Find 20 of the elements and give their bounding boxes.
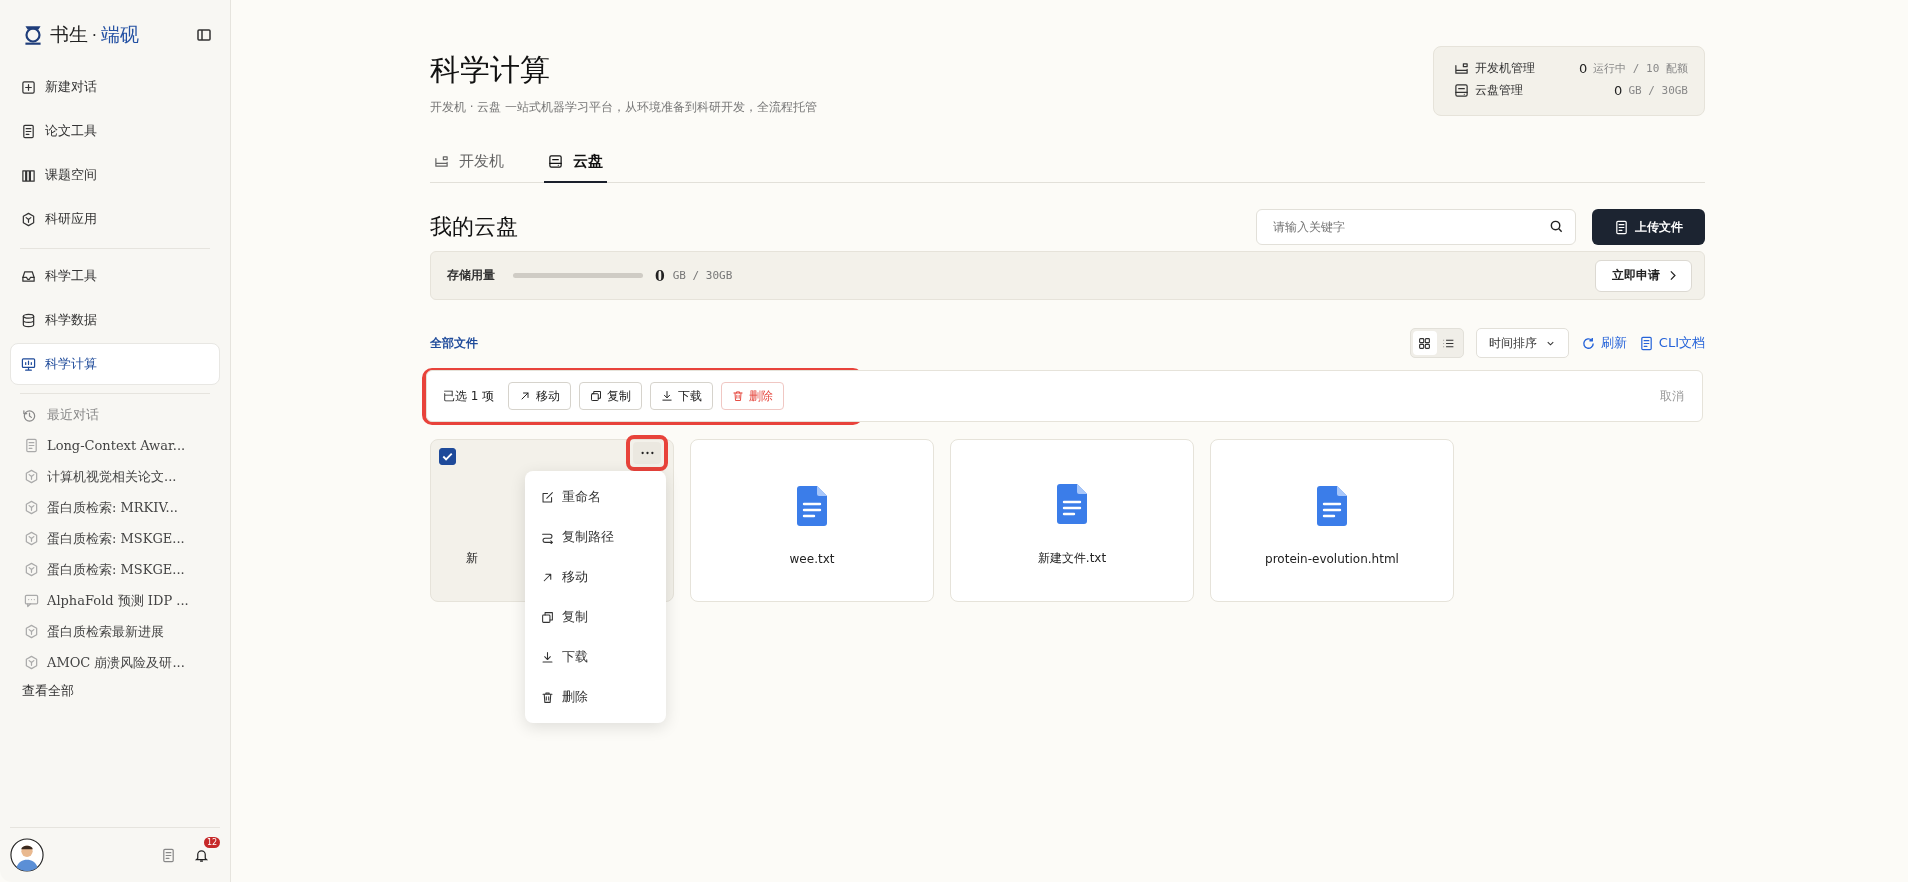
summary-value: 0 bbox=[1614, 82, 1623, 98]
summary-unit: 运行中 / 10 配额 bbox=[1593, 60, 1688, 76]
storage-unit: GB / 30GB bbox=[672, 269, 733, 282]
brand-name: 书生 bbox=[50, 22, 88, 47]
section-title: 我的云盘 bbox=[430, 213, 518, 241]
summary-unit: GB / 30GB bbox=[1628, 83, 1688, 97]
file-name: wee.txt bbox=[789, 551, 835, 566]
product-name: 端砚 bbox=[100, 22, 139, 47]
file-name: 新建文件.txt bbox=[1037, 550, 1107, 567]
brand-separator: · bbox=[92, 26, 97, 44]
file-name: 新 bbox=[466, 550, 478, 567]
page-subtitle: 开发机 · 云盘 一站式机器学习平台，从环境准备到科研开发，全流程托管 bbox=[430, 99, 818, 116]
selection-count: 已选 1 项 bbox=[443, 387, 495, 405]
storage-label: 存储用量 bbox=[447, 267, 495, 284]
file-name: protein-evolution.html bbox=[1265, 551, 1399, 566]
storage-value: 0 bbox=[655, 267, 665, 284]
notification-badge: 12 bbox=[204, 837, 221, 848]
section-title: 最近对话 bbox=[47, 406, 99, 424]
page-title: 科学计算 bbox=[430, 51, 551, 89]
summary-value: 0 bbox=[1578, 60, 1588, 76]
